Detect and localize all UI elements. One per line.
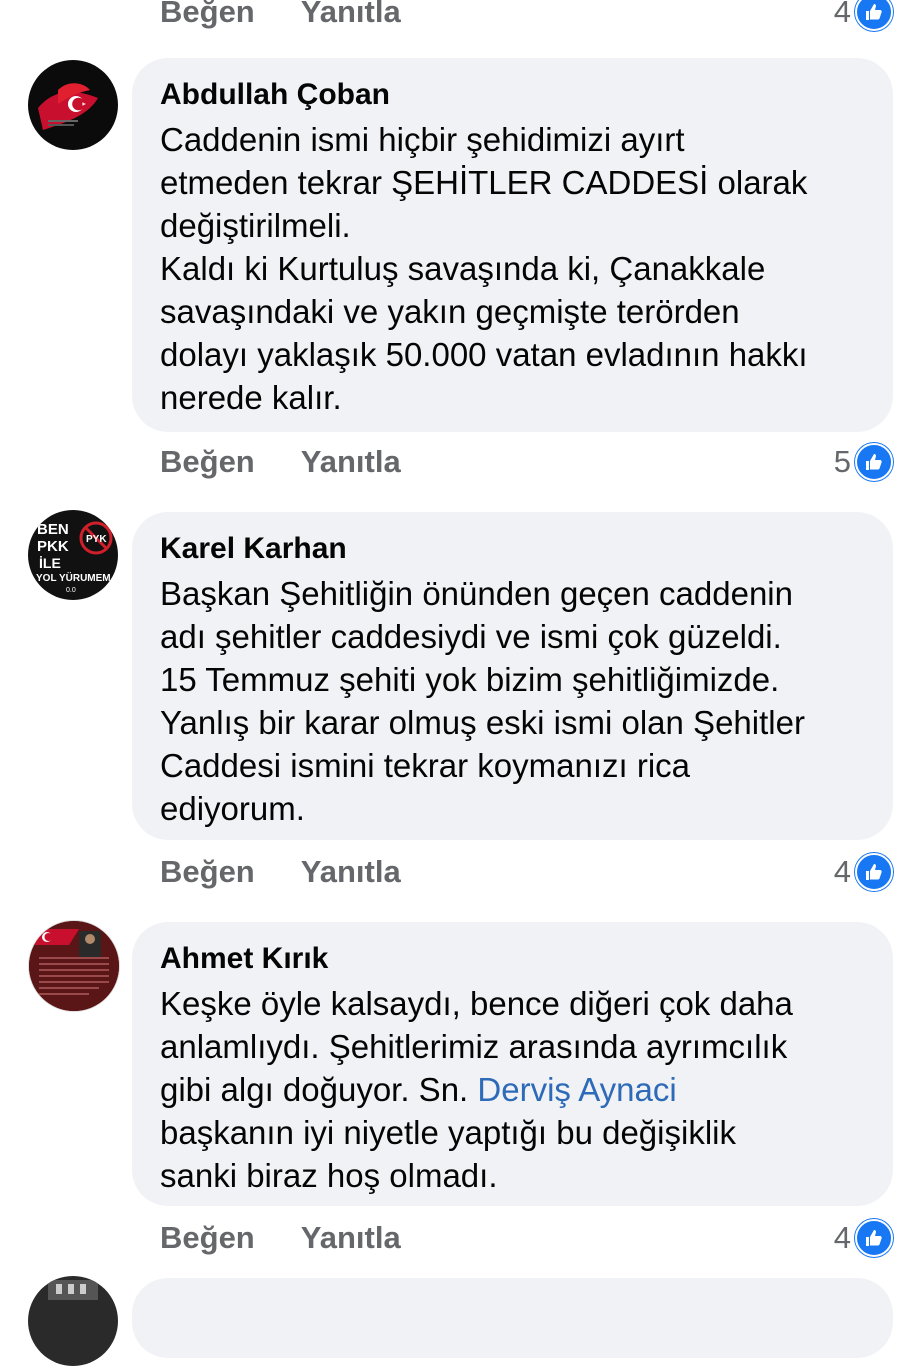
- reaction-count[interactable]: 4: [834, 1219, 893, 1257]
- comment-text-line: etmeden tekrar ŞEHİTLER CADDESİ olarak: [160, 164, 808, 201]
- reply-link[interactable]: Yanıtla: [301, 854, 401, 890]
- comment-text-line: Başkan Şehitliğin önünden geçen caddenin: [160, 575, 793, 612]
- comment-text: gibi algı doğuyor. Sn.: [160, 1071, 478, 1108]
- comment-text-line: sanki biraz hoş olmadı.: [160, 1157, 498, 1194]
- comment-actions: Beğen Yanıtla 4: [160, 850, 893, 894]
- comment-author[interactable]: Abdullah Çoban: [160, 76, 867, 114]
- comment-author[interactable]: Karel Karhan: [160, 530, 867, 568]
- avatar-text: 0.0: [66, 587, 76, 594]
- comment-text-line: başkanın iyi niyetle yaptığı bu değişikl…: [160, 1114, 736, 1151]
- avatar-text: İLE: [39, 555, 61, 571]
- thumbs-up-icon: [855, 1219, 893, 1257]
- like-link[interactable]: Beğen: [160, 444, 255, 480]
- comment-text-line: Caddesi ismini tekrar koymanızı rica: [160, 747, 690, 784]
- reaction-count[interactable]: 5: [834, 443, 893, 481]
- comment-text-line: savaşındaki ve yakın geçmişte terörden: [160, 293, 740, 330]
- reply-link[interactable]: Yanıtla: [301, 1220, 401, 1256]
- comment-text-line: ediyorum.: [160, 790, 305, 827]
- comment-text-line: nerede kalır.: [160, 379, 342, 416]
- comment-bubble: Ahmet Kırık Keşke öyle kalsaydı, bence d…: [132, 922, 893, 1206]
- like-link[interactable]: Beğen: [160, 1220, 255, 1256]
- comment-text-line: Keşke öyle kalsaydı, bence diğeri çok da…: [160, 985, 793, 1022]
- reply-link[interactable]: Yanıtla: [301, 444, 401, 480]
- like-count: 5: [833, 444, 851, 479]
- comment-bubble: Abdullah Çoban Caddenin ismi hiçbir şehi…: [132, 58, 893, 432]
- comment-text-line: gibi algı doğuyor. Sn. Derviş Aynaci: [160, 1068, 867, 1111]
- comment-text-line: anlamlıydı. Şehitlerimiz arasında ayrımc…: [160, 1028, 788, 1065]
- like-count: 4: [833, 1220, 851, 1255]
- comment-text-line: 15 Temmuz şehiti yok bizim şehitliğimizd…: [160, 661, 780, 698]
- avatar[interactable]: BEN PKK İLE YOL YÜRUMEM 0.0 PYK: [28, 510, 118, 600]
- comment-bubble: Karel Karhan Başkan Şehitliğin önünden g…: [132, 512, 893, 840]
- comment-text-line: Yanlış bir karar olmuş eski ismi olan Şe…: [160, 704, 805, 741]
- comment-text-line: Caddenin ismi hiçbir şehidimizi ayırt: [160, 121, 685, 158]
- comment-text-line: adı şehitler caddesiydi ve ismi çok güze…: [160, 618, 782, 655]
- like-count: 4: [833, 0, 851, 29]
- comment-bubble: [132, 1278, 893, 1358]
- avatar-text: BEN: [37, 521, 69, 538]
- comment-text-line: Kaldı ki Kurtuluş savaşında ki, Çanakkal…: [160, 250, 766, 287]
- comment-actions: Beğen Yanıtla 4: [160, 1216, 893, 1260]
- mention-link[interactable]: Derviş Aynaci: [477, 1071, 676, 1108]
- thumbs-up-icon: [855, 443, 893, 481]
- avatar[interactable]: [28, 60, 118, 150]
- reaction-count[interactable]: 4: [834, 853, 893, 891]
- avatar[interactable]: [28, 1276, 118, 1366]
- avatar-text: PYK: [86, 534, 107, 545]
- avatar[interactable]: [28, 920, 120, 1012]
- comment-actions: Beğen Yanıtla 5: [160, 440, 893, 484]
- avatar-text: PKK: [37, 538, 69, 555]
- like-link[interactable]: Beğen: [160, 854, 255, 890]
- like-count: 4: [833, 854, 851, 889]
- thumbs-up-icon: [855, 0, 893, 31]
- avatar-text: YOL YÜRUMEM: [36, 571, 111, 584]
- reply-link[interactable]: Yanıtla: [301, 0, 401, 30]
- like-link[interactable]: Beğen: [160, 0, 255, 30]
- comment-text-line: değiştirilmeli.: [160, 207, 351, 244]
- comment-actions-previous: Beğen Yanıtla 4: [160, 0, 893, 34]
- comment-text-line: dolayı yaklaşık 50.000 vatan evladının h…: [160, 336, 808, 373]
- comment-author[interactable]: Ahmet Kırık: [160, 940, 867, 978]
- thumbs-up-icon: [855, 853, 893, 891]
- reaction-count[interactable]: 4: [834, 0, 893, 31]
